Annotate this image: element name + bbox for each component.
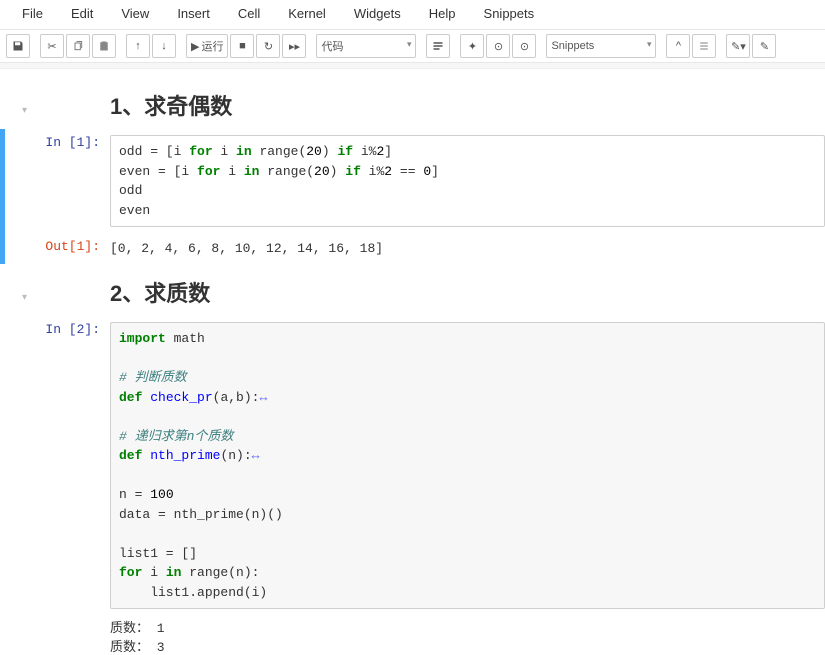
code-input-1[interactable]: odd = [i for i in range(20) if i%2] even… (110, 135, 825, 227)
nbext-button-5[interactable] (692, 34, 716, 58)
fold-gutter-icon[interactable]: ▾ (22, 95, 36, 116)
notebook: ▾ 1、求奇偶数 In [1]: odd = [i for i in range… (0, 69, 825, 655)
output-text-1: [0, 2, 4, 6, 8, 10, 12, 14, 16, 18] (110, 239, 383, 258)
command-palette-button[interactable] (426, 34, 450, 58)
restart-run-all-button[interactable]: ▸▸ (282, 34, 306, 58)
celltype-select[interactable]: 代码 (316, 34, 416, 58)
menubar: File Edit View Insert Cell Kernel Widget… (0, 0, 825, 30)
code-input-2[interactable]: import math # 判断质数 def check_pr(a,b):↔ #… (110, 322, 825, 609)
toolbar: ✂ ↑ ↓ ▶ 运行 ■ ↻ ▸▸ 代码 ✦ ⊙ ⊙ Snippets ^ ✎▾… (0, 30, 825, 63)
out-prompt-1: Out[1]: (36, 239, 110, 258)
menu-kernel[interactable]: Kernel (274, 2, 340, 25)
nbext-button-3[interactable]: ⊙ (512, 34, 536, 58)
menu-edit[interactable]: Edit (57, 2, 107, 25)
save-button[interactable] (6, 34, 30, 58)
markdown-cell-1[interactable]: ▾ 1、求奇偶数 (0, 77, 825, 129)
menu-widgets[interactable]: Widgets (340, 2, 415, 25)
menu-cell[interactable]: Cell (224, 2, 274, 25)
code-cell-1[interactable]: In [1]: odd = [i for i in range(20) if i… (0, 129, 825, 233)
restart-button[interactable]: ↻ (256, 34, 280, 58)
stream-output-2: 质数： 1 质数： 3 (0, 615, 825, 655)
copy-button[interactable] (66, 34, 90, 58)
interrupt-button[interactable]: ■ (230, 34, 254, 58)
code-cell-2[interactable]: In [2]: import math # 判断质数 def check_pr(… (0, 316, 825, 615)
heading-1: 1、求奇偶数 (36, 89, 232, 121)
menu-view[interactable]: View (107, 2, 163, 25)
nbext-button-6[interactable]: ✎▾ (726, 34, 750, 58)
snippets-value: Snippets (551, 40, 594, 52)
move-down-button[interactable]: ↓ (152, 34, 176, 58)
run-button[interactable]: ▶ 运行 (186, 34, 228, 58)
nbext-button-4[interactable]: ^ (666, 34, 690, 58)
paste-button[interactable] (92, 34, 116, 58)
markdown-cell-2[interactable]: ▾ 2、求质数 (0, 264, 825, 316)
in-prompt-1: In [1]: (36, 135, 110, 227)
celltype-value: 代码 (321, 38, 343, 54)
menu-insert[interactable]: Insert (163, 2, 224, 25)
menu-snippets[interactable]: Snippets (470, 2, 549, 25)
nbext-button-7[interactable]: ✎ (752, 34, 776, 58)
nbext-button-2[interactable]: ⊙ (486, 34, 510, 58)
menu-help[interactable]: Help (415, 2, 470, 25)
nbext-button-1[interactable]: ✦ (460, 34, 484, 58)
heading-2: 2、求质数 (36, 276, 210, 308)
cell-gutter (22, 322, 36, 609)
output-cell-1: Out[1]: [0, 2, 4, 6, 8, 10, 12, 14, 16, … (0, 233, 825, 264)
move-up-button[interactable]: ↑ (126, 34, 150, 58)
cut-button[interactable]: ✂ (40, 34, 64, 58)
menu-file[interactable]: File (8, 2, 57, 25)
run-label: 运行 (201, 38, 223, 54)
cell-gutter (22, 135, 36, 227)
fold-gutter-icon[interactable]: ▾ (22, 282, 36, 303)
in-prompt-2: In [2]: (36, 322, 110, 609)
snippets-select[interactable]: Snippets (546, 34, 656, 58)
